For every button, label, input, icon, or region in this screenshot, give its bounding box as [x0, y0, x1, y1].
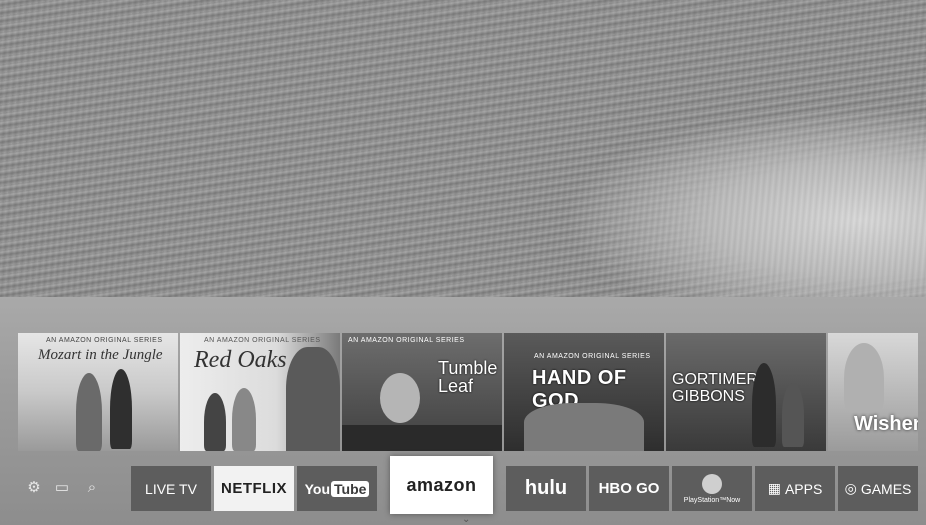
- source-icon[interactable]: ▭: [54, 480, 70, 496]
- live-tv-label: LIVE TV: [145, 480, 197, 497]
- tile-figure: [752, 363, 776, 447]
- tile-figure: [524, 403, 644, 451]
- netflix-button[interactable]: NETFLIX: [214, 466, 294, 511]
- amazon-button[interactable]: amazon: [390, 456, 493, 514]
- tile-title: Wishen: [854, 413, 918, 435]
- featured-row: AN AMAZON ORIGINAL SERIES Mozart in the …: [18, 333, 926, 451]
- tile-title: Tumble Leaf: [438, 358, 498, 396]
- amazon-logo: amazon: [406, 474, 477, 495]
- tile-kicker: AN AMAZON ORIGINAL SERIES: [348, 337, 465, 344]
- tile-kicker: AN AMAZON ORIGINAL SERIES: [534, 353, 651, 360]
- featured-tile-mozart[interactable]: AN AMAZON ORIGINAL SERIES Mozart in the …: [18, 333, 178, 451]
- youtube-logo-you: You: [304, 480, 330, 497]
- games-button[interactable]: ◎ GAMES: [838, 466, 918, 511]
- tile-figure: [110, 369, 132, 449]
- live-tv-button[interactable]: LIVE TV: [131, 466, 211, 511]
- hulu-logo: hulu: [524, 477, 568, 499]
- featured-tile-tumble-leaf[interactable]: AN AMAZON ORIGINAL SERIES Tumble Leaf: [342, 333, 502, 451]
- featured-tile-hand-of-god[interactable]: AN AMAZON ORIGINAL SERIES HAND OF GOD: [504, 333, 664, 451]
- youtube-logo-tube: Tube: [331, 480, 370, 497]
- hbo-go-button[interactable]: HBO GO: [589, 466, 669, 511]
- tile-title: Mozart in the Jungle: [38, 347, 163, 363]
- tile-kicker: AN AMAZON ORIGINAL SERIES: [204, 337, 321, 344]
- tile-figure: [286, 347, 340, 451]
- featured-tile-wishenpoof[interactable]: Wishen: [828, 333, 918, 451]
- tile-figure: [76, 373, 102, 451]
- tile-figure: [380, 373, 420, 423]
- tile-title: Red Oaks: [194, 347, 287, 373]
- tile-figure: [232, 388, 256, 451]
- youtube-button[interactable]: You Tube: [297, 466, 377, 511]
- featured-tile-gortimer-gibbons[interactable]: GORTIMER GIBBONS: [666, 333, 826, 451]
- tile-figure: [844, 343, 884, 413]
- gamepad-icon: ◎: [844, 480, 857, 496]
- tile-figure: [342, 425, 502, 451]
- tile-figure: [204, 393, 226, 451]
- apps-button[interactable]: ▦ APPS: [755, 466, 835, 511]
- hbo-go-logo: HBO GO: [598, 480, 660, 497]
- search-icon[interactable]: ⌕: [84, 480, 100, 496]
- chevron-down-icon: ⌄: [462, 514, 471, 525]
- netflix-logo: NETFLIX: [221, 480, 287, 497]
- hero-background: [0, 0, 926, 300]
- playstation-now-button[interactable]: PlayStation™Now: [672, 466, 752, 511]
- gear-icon[interactable]: ⚙: [26, 480, 42, 496]
- apps-label: APPS: [784, 480, 823, 497]
- apps-icon: ▦: [767, 480, 781, 496]
- tile-title: GORTIMER GIBBONS: [672, 371, 758, 405]
- hulu-button[interactable]: hulu: [506, 466, 586, 511]
- playstation-now-icon: [702, 473, 722, 494]
- playstation-now-label: PlayStation™Now: [683, 496, 741, 504]
- featured-tile-red-oaks[interactable]: AN AMAZON ORIGINAL SERIES Red Oaks: [180, 333, 340, 451]
- tile-kicker: AN AMAZON ORIGINAL SERIES: [46, 337, 163, 344]
- tile-figure: [782, 383, 804, 447]
- games-label: GAMES: [860, 480, 912, 497]
